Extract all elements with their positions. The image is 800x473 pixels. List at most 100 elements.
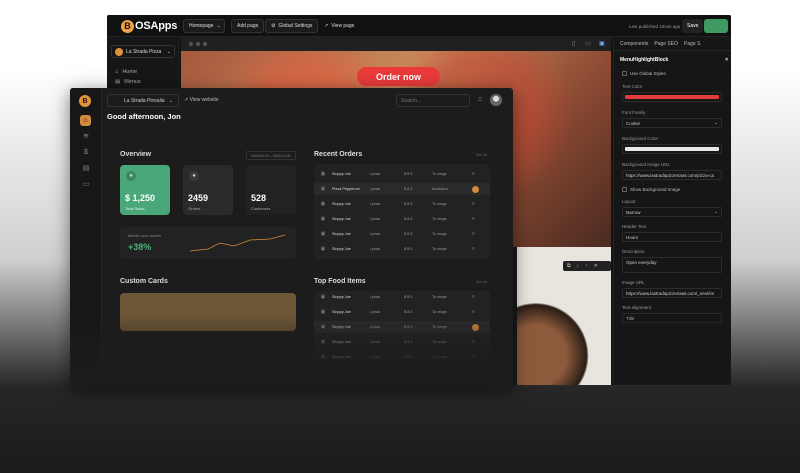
row-icon: ▣ [320, 186, 326, 192]
row-icon: ▣ [320, 246, 326, 252]
background-image-url-input[interactable]: https://www.lastradapizzeriawt.com/pizza… [622, 170, 722, 180]
see-all-link[interactable]: See all [476, 153, 487, 157]
stat-label: Total Sales [125, 206, 145, 211]
logo-badge: B [121, 19, 134, 33]
tab-components[interactable]: Components [620, 41, 648, 47]
recent-orders-table: ▣ Sloppy Joe Lynaa $ 8.5 To range ≡ ▣ Pizza Pep… [314, 164, 490, 259]
mobile-view-icon[interactable]: ▯ [572, 40, 575, 47]
properties-panel: Components Page SEO Page S MenuHighlight… [613, 37, 731, 385]
more-icon[interactable]: ≡ [472, 231, 484, 237]
stat-label: Orders [188, 206, 201, 211]
background-color-field[interactable] [622, 144, 722, 154]
add-page-button[interactable]: Add page [231, 19, 265, 33]
sales-icon: ● [126, 171, 136, 181]
tab-page-seo[interactable]: Page SEO [654, 41, 678, 47]
window-dot-icon [196, 42, 200, 46]
sparkline-line [189, 234, 286, 252]
home-icon[interactable]: ⌂ [80, 115, 91, 126]
description-input[interactable]: Open everyday [622, 257, 722, 273]
dollar-icon[interactable]: $ [81, 147, 91, 157]
stat-value: $ 1,250 [125, 193, 156, 203]
sidebar-item-menus[interactable]: ▤ Menus [115, 79, 141, 85]
stat-card-customers[interactable]: 528 Customers [246, 165, 296, 215]
text-color-field[interactable] [622, 92, 722, 102]
layout-select[interactable]: Narrow ⌄ [622, 207, 722, 217]
logo-text: OSApps [135, 20, 178, 32]
item-price: $ 8.5 [404, 247, 413, 251]
see-all-link[interactable]: See all [476, 280, 487, 284]
search-input[interactable]: Search... [396, 94, 470, 107]
table-row[interactable]: ▣ Sloppy Joe Lynaa $ 8.5 To range ≡ [314, 291, 490, 303]
table-row[interactable]: ▣ Sloppy Joe Lynaa $ 8.5 To range ≡ [314, 198, 490, 210]
wifi-icon[interactable]: ≋ [81, 131, 91, 141]
item-price: $ 8.5 [404, 232, 413, 236]
stat-card-orders[interactable]: ● 2459 Orders [183, 165, 233, 215]
use-global-styles-checkbox[interactable]: Use Global Styles [622, 71, 666, 76]
tab-page-settings[interactable]: Page S [684, 41, 700, 47]
window-dot-icon [189, 42, 193, 46]
builder-topbar: B OSApps Homepage ⌄ Add page ⚙ Global Se… [107, 15, 731, 37]
item-price: $ 8.5 [404, 187, 413, 191]
more-icon[interactable]: ≡ [472, 171, 484, 177]
card-icon[interactable]: ▭ [81, 179, 91, 189]
table-row[interactable]: ▣ Pizza Pepperoni Lynaa $ 8.5 Incubator [314, 183, 490, 195]
stat-card-sales[interactable]: ● $ 1,250 Total Sales [120, 165, 170, 215]
view-website-link[interactable]: ↗ View website [184, 97, 219, 103]
image-url-input[interactable]: https://www.lastradapizzeriawt.com/_next… [622, 288, 722, 298]
more-icon[interactable]: ≡ [472, 294, 484, 300]
item-name: Sloppy Joe [332, 247, 351, 251]
trash-icon[interactable]: ✕ [594, 263, 598, 269]
arrow-down-icon[interactable]: ↓ [577, 263, 580, 269]
add-page-label: Add page [237, 23, 259, 29]
window-dot-icon [203, 42, 207, 46]
checkbox-icon [622, 187, 627, 192]
description-label: Description [622, 249, 645, 254]
item-status: To range [432, 202, 447, 206]
recent-orders-title: Recent Orders [314, 151, 363, 158]
date-range-picker[interactable]: 2024-01-01 – 2024-12-31 [246, 151, 296, 160]
home-icon: ⌂ [115, 69, 119, 75]
app-logo[interactable]: B OSApps [121, 18, 177, 34]
desktop-view-icon[interactable]: ▣ [599, 40, 605, 47]
more-icon[interactable]: ≡ [472, 216, 484, 222]
chevron-down-icon: ⌄ [216, 23, 221, 29]
item-name: Sloppy Joe [332, 172, 351, 176]
table-row[interactable]: ▣ Sloppy Joe Lynaa $ 8.5 To range ≡ [314, 243, 490, 255]
page-select[interactable]: Homepage ⌄ [183, 19, 225, 33]
menu-icon: ▤ [115, 79, 121, 85]
site-select-value: La Strada Pinsalia [124, 97, 165, 104]
publish-button[interactable] [704, 19, 728, 33]
item-name: Sloppy Joe [332, 232, 351, 236]
close-icon[interactable]: × [725, 57, 728, 63]
panel-tabs: Components Page SEO Page S [614, 37, 731, 51]
order-now-button[interactable]: Order now [357, 67, 440, 86]
table-row[interactable]: ▣ Sloppy Joe Lynaa $ 8.5 To range ≡ [314, 168, 490, 180]
row-icon: ▣ [320, 171, 326, 177]
site-select[interactable]: La Strada Pizza ⌄ [111, 45, 175, 58]
table-row[interactable]: ▣ Sloppy Joe Lynaa $ 8.5 To range ≡ [314, 213, 490, 225]
more-icon[interactable]: ≡ [472, 201, 484, 207]
menu-icon[interactable]: ▤ [81, 163, 91, 173]
header-text-input[interactable]: Hours [622, 232, 722, 242]
table-row[interactable]: ▣ Sloppy Joe Lynaa $ 8.5 To range ≡ [314, 228, 490, 240]
view-page-label: View page [331, 23, 355, 29]
save-button[interactable]: Save [682, 19, 704, 33]
show-background-image-checkbox[interactable]: Show Background Image [622, 187, 680, 192]
global-settings-button[interactable]: ⚙ Global Settings [265, 19, 319, 33]
sidebar-item-home[interactable]: ⌂ Home [115, 69, 137, 75]
dashboard-logo[interactable]: B [79, 95, 91, 107]
avatar[interactable] [490, 94, 502, 106]
tablet-view-icon[interactable]: ▭ [585, 40, 591, 47]
stat-label: Customers [251, 206, 271, 211]
bell-icon[interactable]: ♫ [477, 96, 482, 103]
more-icon[interactable]: ≡ [472, 246, 484, 252]
font-family-select[interactable]: Cookie ⌄ [622, 118, 722, 128]
status-dot[interactable] [472, 185, 479, 193]
copy-icon[interactable]: ⧉ [567, 263, 571, 269]
site-select[interactable]: La Strada Pinsalia ⌄ [107, 94, 179, 107]
checkbox-icon [622, 71, 627, 76]
arrow-up-icon[interactable]: ↑ [585, 263, 588, 269]
view-page-button[interactable]: ↗ View page [319, 19, 359, 33]
item-type: Lynaa [370, 172, 381, 176]
text-color-swatch [625, 95, 719, 99]
